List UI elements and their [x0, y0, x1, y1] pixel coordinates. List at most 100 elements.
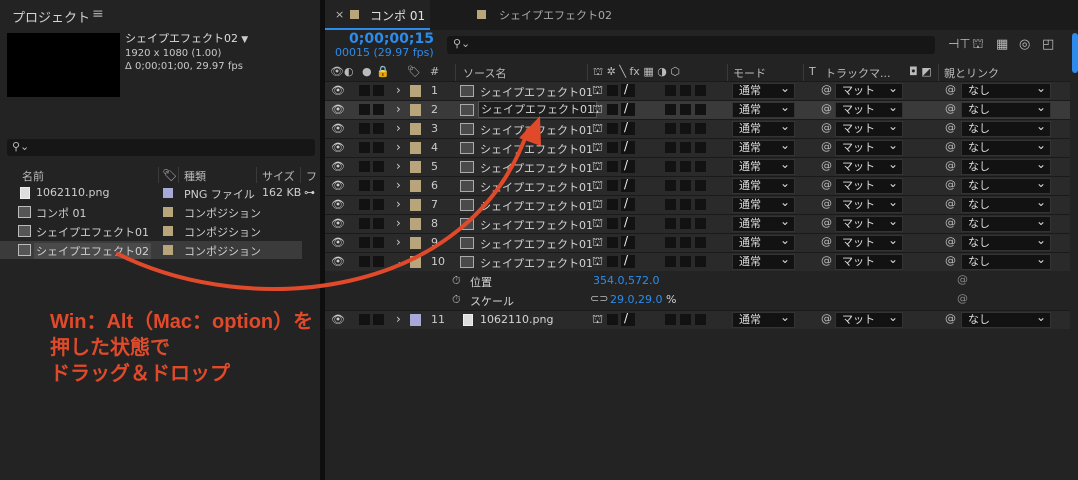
graph-editor-icon[interactable]: ◰ [1042, 37, 1054, 52]
effect-switch[interactable] [665, 237, 676, 248]
motion-blur-switch[interactable] [695, 123, 706, 134]
mode-dropdown[interactable]: 通常 [732, 100, 795, 118]
pick-whip-icon[interactable]: @ [821, 312, 832, 325]
column-parent-link[interactable]: 親とリンク [944, 65, 999, 81]
quality-switch[interactable] [621, 253, 635, 268]
label-swatch[interactable] [163, 207, 173, 217]
lock-toggle[interactable] [373, 161, 384, 172]
pick-whip-icon[interactable]: @ [821, 102, 832, 115]
scrollbar-handle[interactable] [1072, 33, 1078, 73]
parent-dropdown[interactable]: なし [961, 81, 1051, 99]
shy-switch-icon[interactable]: ⛫ [592, 121, 603, 137]
layer-row[interactable]: 👁›2シェイプエフェクト01⛫通常@マット@なし [325, 100, 1070, 119]
lock-toggle[interactable] [373, 123, 384, 134]
layer-row[interactable]: 👁›6シェイプエフェクト01⛫通常@マット@なし [325, 176, 1070, 195]
collapse-switch[interactable] [607, 161, 618, 172]
quality-switch[interactable] [621, 234, 635, 249]
eye-icon[interactable]: 👁 [331, 122, 345, 135]
layer-name[interactable]: シェイプエフェクト01 [478, 255, 595, 271]
layer-name[interactable]: シェイプエフェクト01 [478, 101, 597, 118]
frame-blending-icon[interactable]: ▦ [996, 37, 1008, 52]
motion-blur-switch[interactable] [695, 85, 706, 96]
track-matte-dropdown[interactable]: マット [835, 214, 903, 232]
layer-name[interactable]: シェイプエフェクト01 [478, 141, 595, 157]
mode-dropdown[interactable]: 通常 [732, 310, 795, 328]
quality-switch[interactable] [621, 177, 635, 192]
collapse-switch[interactable] [607, 256, 618, 267]
effect-switch[interactable] [665, 123, 676, 134]
frame-blend-switch[interactable] [680, 237, 691, 248]
chevron-right-icon[interactable]: › [396, 312, 401, 326]
frame-blend-switch[interactable] [680, 180, 691, 191]
frame-blend-switch[interactable] [680, 199, 691, 210]
label-swatch[interactable] [410, 104, 421, 116]
project-search-input[interactable]: ⚲⌄ [7, 139, 315, 156]
eye-icon[interactable]: 👁 [331, 160, 345, 173]
shy-switch-icon[interactable]: ⛫ [592, 102, 603, 118]
pick-whip-icon[interactable]: @ [957, 273, 968, 286]
pick-whip-icon[interactable]: @ [821, 121, 832, 134]
effect-switch[interactable] [665, 142, 676, 153]
shy-switch-icon[interactable]: ⛫ [592, 216, 603, 232]
pick-whip-icon[interactable]: @ [945, 178, 956, 191]
parent-dropdown[interactable]: なし [961, 119, 1051, 137]
matte-switch-icon[interactable]: ◘ ◩ [909, 65, 932, 78]
collapse-switch[interactable] [607, 104, 618, 115]
effect-switch[interactable] [665, 180, 676, 191]
layer-name[interactable]: シェイプエフェクト01 [478, 160, 595, 176]
pick-whip-icon[interactable]: @ [945, 102, 956, 115]
collapse-switch[interactable] [607, 180, 618, 191]
effect-switch[interactable] [665, 314, 676, 325]
shy-switch-icon[interactable]: ⛫ [592, 159, 603, 175]
label-swatch[interactable] [410, 199, 421, 211]
parent-dropdown[interactable]: なし [961, 310, 1051, 328]
label-column-tag-icon[interactable]: 🏷 [162, 168, 177, 182]
chevron-right-icon[interactable]: › [396, 216, 401, 230]
effect-switch[interactable] [665, 199, 676, 210]
label-swatch[interactable] [410, 314, 421, 326]
collapse-switch[interactable] [607, 237, 618, 248]
lock-toggle[interactable] [373, 180, 384, 191]
quality-switch[interactable] [621, 82, 635, 97]
layer-name[interactable]: シェイプエフェクト01 [478, 84, 595, 100]
eye-icon[interactable]: 👁 [331, 217, 345, 230]
track-matte-dropdown[interactable]: マット [835, 310, 903, 328]
mode-dropdown[interactable]: 通常 [732, 195, 795, 213]
frame-blend-switch[interactable] [680, 256, 691, 267]
pick-whip-icon[interactable]: @ [945, 216, 956, 229]
solo-toggle[interactable] [359, 85, 370, 96]
quality-switch[interactable] [621, 101, 635, 116]
label-swatch[interactable] [410, 218, 421, 230]
frame-blend-switch[interactable] [680, 142, 691, 153]
column-track-matte[interactable]: トラックマ... [825, 65, 891, 81]
mode-dropdown[interactable]: 通常 [732, 214, 795, 232]
collapse-switch[interactable] [607, 123, 618, 134]
stopwatch-icon[interactable]: ⏱ [452, 274, 461, 288]
shy-switch-icon[interactable]: ⛫ [592, 197, 603, 213]
constrain-link-icon[interactable]: ⊂⊃ [590, 292, 608, 305]
shy-switch-icon[interactable]: ⛫ [592, 83, 603, 99]
effect-switch[interactable] [665, 256, 676, 267]
eye-icon[interactable]: 👁 [331, 103, 345, 116]
chevron-right-icon[interactable]: › [396, 178, 401, 192]
parent-dropdown[interactable]: なし [961, 233, 1051, 251]
track-matte-dropdown[interactable]: マット [835, 119, 903, 137]
layer-row[interactable]: 👁›3シェイプエフェクト01⛫通常@マット@なし [325, 119, 1070, 138]
track-matte-dropdown[interactable]: マット [835, 100, 903, 118]
pick-whip-icon[interactable]: @ [821, 83, 832, 96]
pick-whip-icon[interactable]: @ [945, 159, 956, 172]
property-value[interactable]: 354.0,572.0 [593, 274, 659, 287]
motion-blur-switch[interactable] [695, 104, 706, 115]
chevron-right-icon[interactable]: › [396, 159, 401, 173]
parent-dropdown[interactable]: なし [961, 176, 1051, 194]
motion-blur-switch[interactable] [695, 199, 706, 210]
solo-toggle[interactable] [359, 123, 370, 134]
draft-3d-icon[interactable]: ⊣⊤ [948, 37, 971, 52]
track-matte-dropdown[interactable]: マット [835, 195, 903, 213]
solo-toggle[interactable] [359, 256, 370, 267]
effect-switch[interactable] [665, 104, 676, 115]
frame-blend-switch[interactable] [680, 104, 691, 115]
chevron-down-icon[interactable]: ⌄ [396, 254, 406, 268]
pick-whip-icon[interactable]: @ [945, 254, 956, 267]
parent-dropdown[interactable]: なし [961, 214, 1051, 232]
